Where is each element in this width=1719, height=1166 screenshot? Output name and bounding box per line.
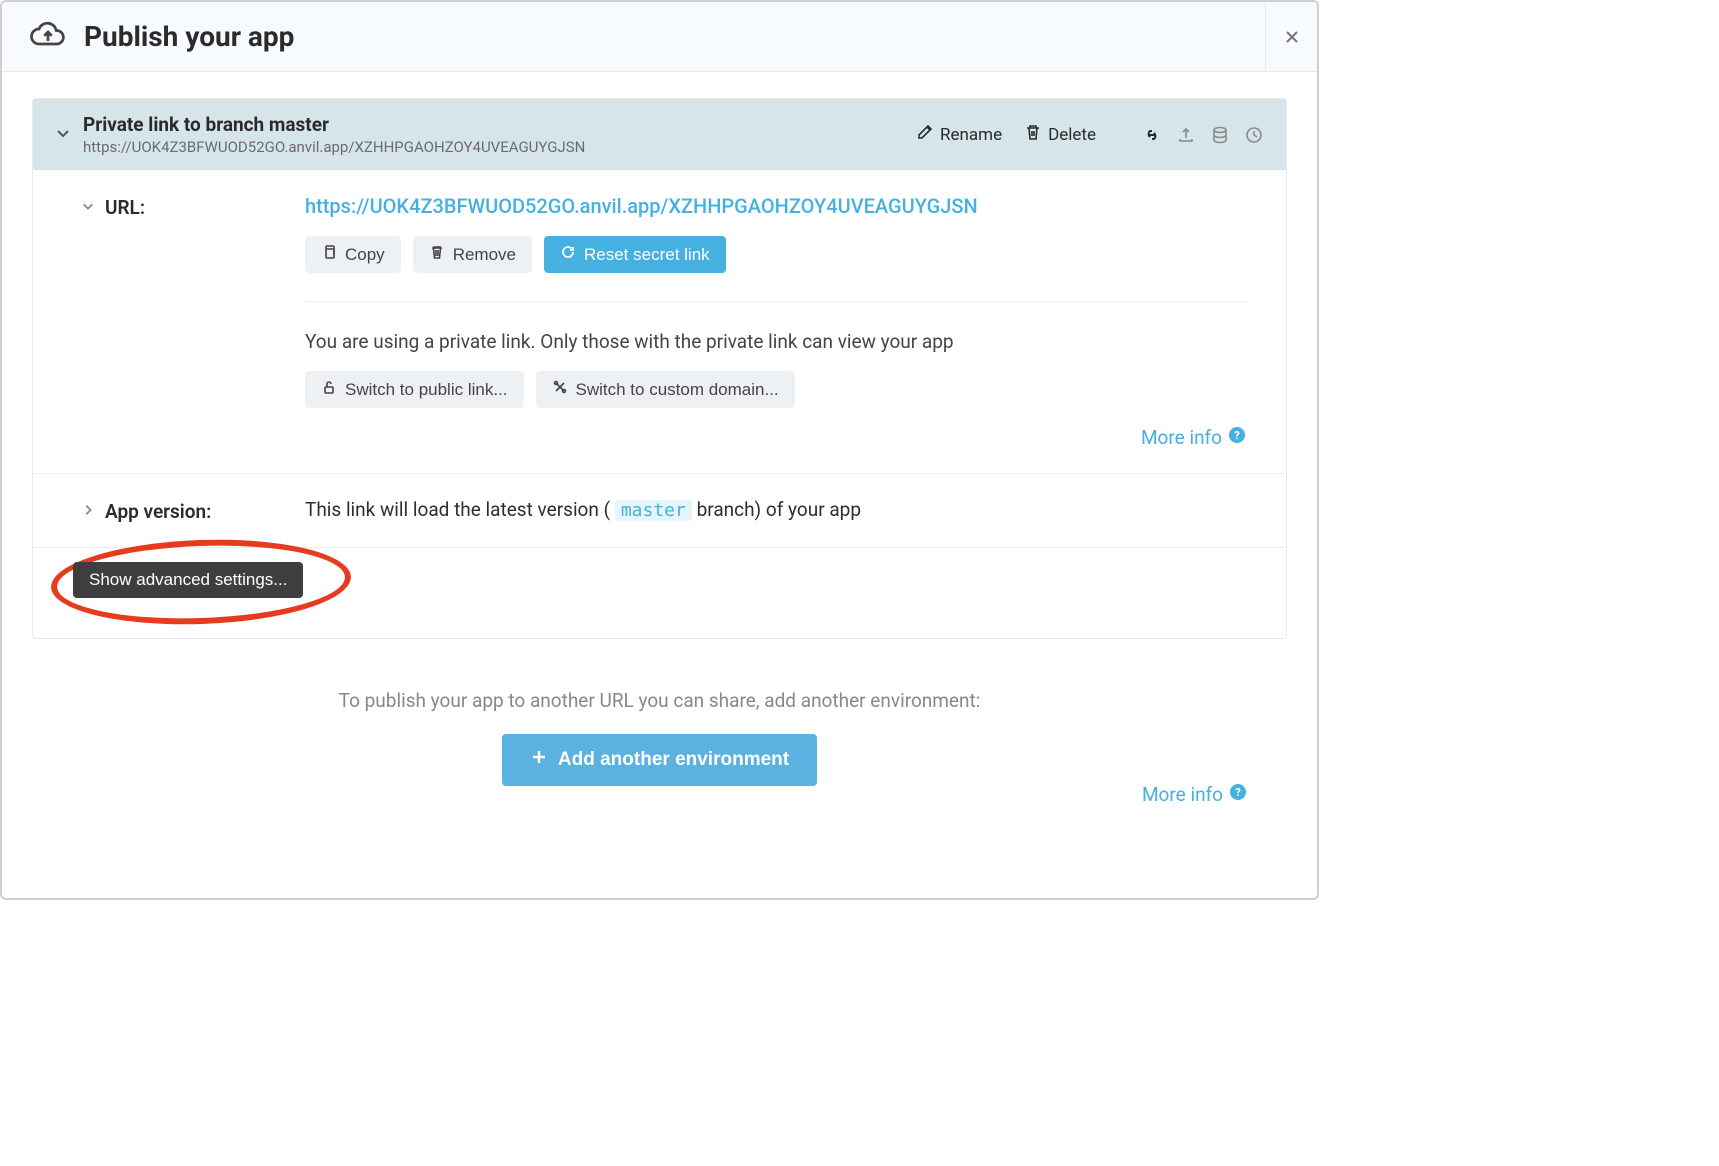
delete-button[interactable]: Delete [1024, 123, 1096, 146]
link-icon [1142, 125, 1162, 145]
environment-title: Private link to branch master [83, 113, 916, 136]
dialog-title: Publish your app [84, 20, 294, 53]
show-advanced-settings-button[interactable]: Show advanced settings... [73, 562, 303, 598]
add-env-label: Add another environment [558, 749, 789, 771]
branch-chip: master [615, 500, 692, 521]
add-environment-button[interactable]: Add another environment [502, 734, 817, 786]
delete-label: Delete [1048, 125, 1096, 145]
environment-card: Private link to branch master https://UO… [32, 98, 1287, 639]
copy-url-button[interactable]: Copy [305, 236, 401, 273]
switch-custom-label: Switch to custom domain... [576, 380, 779, 400]
url-value-area: https://UOK4Z3BFWUOD52GO.anvil.app/XZHHP… [305, 194, 1246, 449]
tools-icon [552, 379, 568, 400]
upload-icon [1176, 125, 1196, 145]
header-actions: Rename Delete [916, 123, 1264, 146]
rename-label: Rename [940, 125, 1002, 145]
privacy-description: You are using a private link. Only those… [305, 330, 1246, 353]
footer-section: To publish your app to another URL you c… [32, 639, 1287, 826]
plus-icon [530, 748, 548, 772]
environment-header: Private link to branch master https://UO… [33, 99, 1286, 170]
dialog-header: Publish your app [2, 2, 1317, 72]
question-circle-icon: ? [1228, 426, 1246, 449]
remove-label: Remove [453, 245, 516, 265]
unlock-icon [321, 379, 337, 400]
version-desc-prefix: This link will load the latest version ( [305, 498, 610, 521]
app-version-label: App version: [105, 498, 305, 523]
svg-text:?: ? [1235, 786, 1241, 799]
app-url-link[interactable]: https://UOK4Z3BFWUOD52GO.anvil.app/XZHHP… [305, 194, 978, 218]
url-label: URL: [105, 194, 305, 219]
refresh-icon [560, 244, 576, 265]
database-icon [1210, 125, 1230, 145]
svg-text:?: ? [1234, 429, 1240, 442]
dialog-content: Private link to branch master https://UO… [2, 72, 1317, 826]
app-version-value: This link will load the latest version (… [305, 498, 1246, 521]
trash-icon [429, 244, 445, 265]
url-more-info-link[interactable]: More info ? [1141, 426, 1246, 449]
chevron-down-icon[interactable] [55, 125, 71, 145]
trash-icon [1024, 123, 1042, 146]
footer-description: To publish your app to another URL you c… [72, 689, 1247, 712]
pencil-icon [916, 123, 934, 146]
copy-icon [321, 244, 337, 265]
rename-button[interactable]: Rename [916, 123, 1002, 146]
footer-more-info-link[interactable]: More info ? [1142, 783, 1247, 806]
copy-label: Copy [345, 245, 385, 265]
more-info-label: More info [1142, 783, 1223, 806]
app-version-section: App version: This link will load the lat… [33, 474, 1286, 548]
remove-url-button[interactable]: Remove [413, 236, 532, 273]
clock-icon [1244, 125, 1264, 145]
switch-public-label: Switch to public link... [345, 380, 508, 400]
switch-public-link-button[interactable]: Switch to public link... [305, 371, 524, 408]
more-info-label: More info [1141, 426, 1222, 449]
advanced-settings-area: Show advanced settings... [33, 548, 1286, 638]
cloud-upload-icon [30, 21, 66, 53]
publish-dialog: Publish your app Private link to branch … [0, 0, 1319, 900]
chevron-down-icon[interactable] [81, 194, 105, 217]
reset-label: Reset secret link [584, 245, 710, 265]
switch-custom-domain-button[interactable]: Switch to custom domain... [536, 371, 795, 408]
url-section: URL: https://UOK4Z3BFWUOD52GO.anvil.app/… [33, 170, 1286, 474]
close-button[interactable] [1265, 2, 1317, 71]
environment-subtitle-url: https://UOK4Z3BFWUOD52GO.anvil.app/XZHHP… [83, 138, 916, 156]
environment-titles: Private link to branch master https://UO… [83, 113, 916, 156]
question-circle-icon: ? [1229, 783, 1247, 806]
reset-secret-link-button[interactable]: Reset secret link [544, 236, 726, 273]
header-status-icons [1142, 125, 1264, 145]
version-desc-suffix: branch) of your app [697, 498, 861, 521]
chevron-right-icon[interactable] [81, 498, 105, 521]
